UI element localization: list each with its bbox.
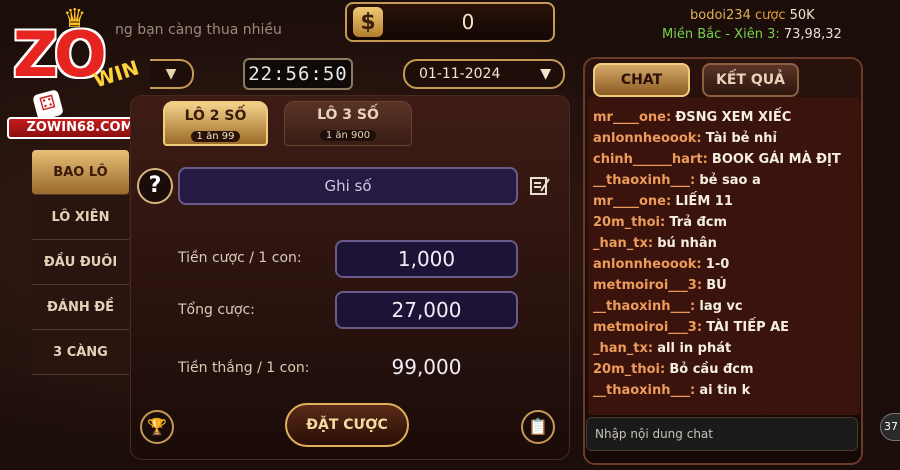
dollar-icon: $	[353, 7, 383, 37]
date-value: 01-11-2024	[419, 66, 501, 82]
list-item: 20m_thoi: Bỏ cầu đcm	[593, 362, 754, 377]
tab-odds: 1 ăn 900	[319, 130, 377, 141]
help-button[interactable]: ?	[137, 168, 173, 204]
balance-amount: 0	[461, 10, 475, 34]
list-item: __thaoxinh___: bẻ sao a	[593, 173, 761, 188]
win-value: 99,000	[391, 355, 462, 379]
total-value: 27,000	[335, 291, 518, 329]
tab-lo-2-so[interactable]: LÔ 2 SỐ 1 ăn 99	[163, 101, 268, 146]
list-item: metmoiroi___3: BÚ	[593, 278, 727, 293]
number-entry-field[interactable]: Ghi số	[178, 167, 518, 205]
list-item: _han_tx: bú nhân	[593, 236, 717, 251]
stake-input[interactable]: 1,000	[335, 240, 518, 278]
list-item: mr____one: ĐSNG XEM XIẾC	[593, 110, 792, 125]
region-dropdown[interactable]: ▼	[150, 59, 194, 89]
tab-chat[interactable]: CHAT	[593, 63, 690, 97]
bet-history-icon[interactable]: 📋	[521, 410, 555, 444]
tab-label: LÔ 3 SỐ	[317, 107, 379, 123]
tab-results[interactable]: KẾT QUẢ	[702, 63, 799, 97]
tab-label: LÔ 2 SỐ	[184, 108, 247, 124]
bet-type-sidebar: BAO LÔ LÔ XIÊN ĐẦU ĐUÔI ĐÁNH ĐỀ 3 CÀNG	[32, 150, 129, 375]
chevron-down-icon: ▼	[165, 66, 177, 82]
list-item: chinh______hart: BOOK GÁI MÀ ĐỊT	[593, 152, 841, 167]
list-item: metmoiroi___3: TÀI TIẾP AE	[593, 320, 790, 335]
date-dropdown[interactable]: 01-11-2024 ▼	[403, 59, 565, 89]
sidebar-item-danh-de[interactable]: ĐÁNH ĐỀ	[32, 285, 129, 330]
win-label: Tiền thắng / 1 con:	[178, 360, 310, 376]
latest-result-line: Miền Bắc - Xiên 3: 73,98,32	[662, 27, 842, 42]
sidebar-item-dau-duoi[interactable]: ĐẦU ĐUÔI	[32, 240, 129, 285]
total-label: Tổng cược:	[178, 302, 255, 318]
sidebar-item-bao-lo[interactable]: BAO LÔ	[32, 150, 129, 195]
sidebar-item-lo-xien[interactable]: LÔ XIÊN	[32, 195, 129, 240]
sidebar-item-3-cang[interactable]: 3 CÀNG	[32, 330, 129, 375]
list-item: 20m_thoi: Trả đcm	[593, 215, 728, 230]
bet-amount: 50K	[789, 8, 815, 23]
stake-label: Tiền cược / 1 con:	[178, 250, 302, 266]
trophy-icon[interactable]: 🏆	[140, 410, 174, 444]
list-item: __thaoxinh___: lag vc	[593, 299, 743, 314]
latest-bet-line: bodoi234 cược 50K	[690, 8, 815, 23]
logo-zo: ZO	[13, 18, 107, 91]
bettor-name: bodoi234	[690, 8, 751, 23]
chat-input[interactable]: Nhập nội dung chat	[586, 417, 858, 451]
place-bet-button[interactable]: ĐẶT CƯỢC	[285, 403, 409, 447]
list-item: __thaoxinh___: ai tin k	[593, 383, 751, 398]
list-item	[588, 97, 860, 107]
balance-display: $ 0	[345, 2, 555, 42]
tab-odds: 1 ăn 99	[190, 131, 241, 142]
chat-messages[interactable]: mr____one: ĐSNG XEM XIẾC anlonnheoook: T…	[588, 97, 860, 415]
chevron-down-icon: ▼	[540, 66, 551, 82]
list-item: anlonnheoook: 1-0	[593, 257, 730, 272]
list-item: anlonnheoook: Tài bẻ nhỉ	[593, 131, 777, 146]
list-item: mr____one: LIẾM 11	[593, 194, 733, 209]
bet-action: cược	[754, 8, 786, 23]
result-numbers: 73,98,32	[783, 27, 842, 42]
tab-lo-3-so[interactable]: LÔ 3 SỐ 1 ăn 900	[284, 101, 412, 146]
online-count-badge[interactable]: 37	[880, 413, 900, 441]
countdown-clock: 22:56:50	[243, 58, 353, 90]
list-item: _han_tx: all in phát	[593, 341, 732, 356]
result-label: Miền Bắc - Xiên 3:	[662, 27, 780, 42]
edit-icon[interactable]	[529, 175, 553, 199]
